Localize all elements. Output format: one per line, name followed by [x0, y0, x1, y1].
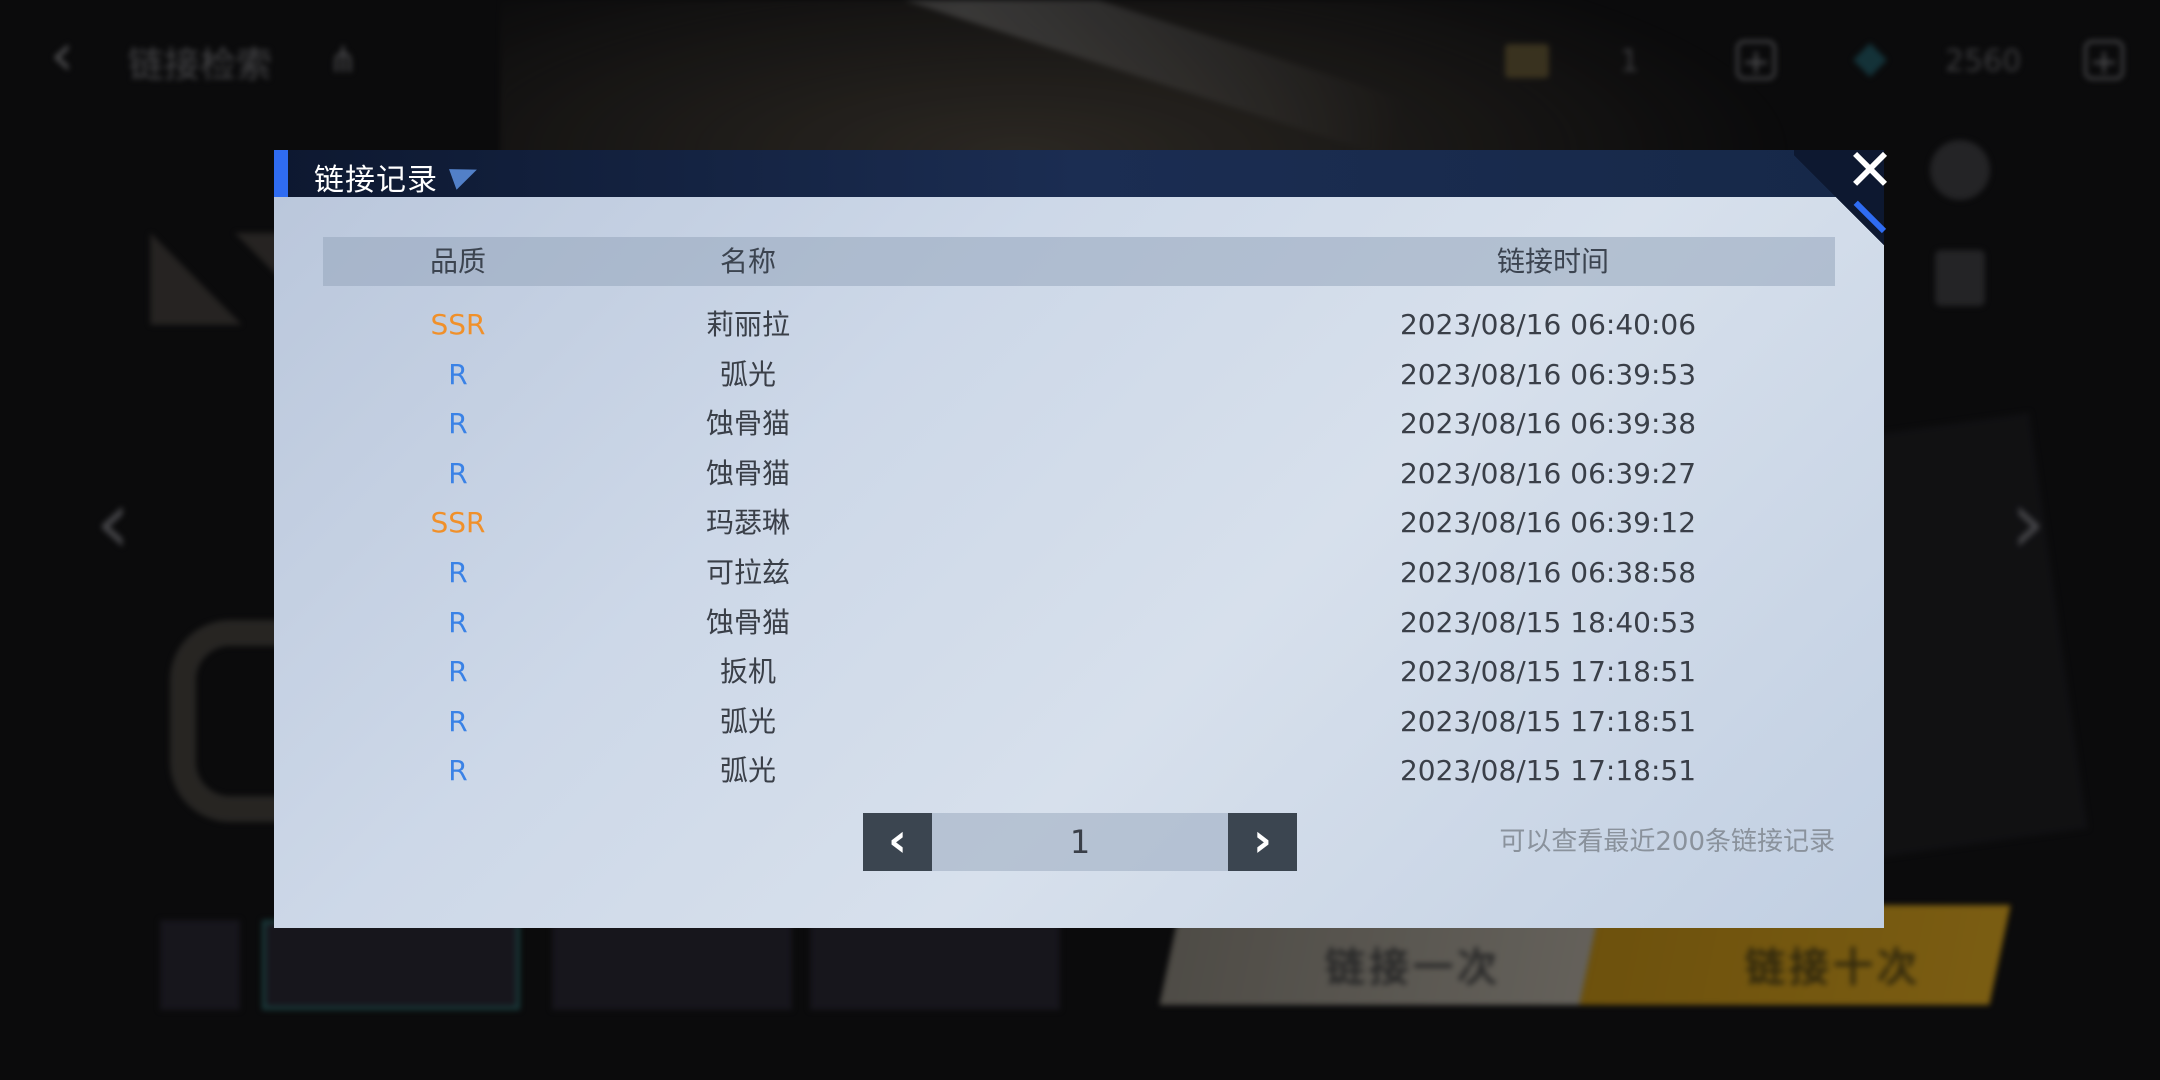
quality-cell: R	[448, 754, 468, 788]
time-cell: 2023/08/16 06:39:53	[1399, 357, 1697, 391]
prev-page-button[interactable]: ‹	[863, 813, 932, 871]
table-row: SSR 玛瑟琳 2023/08/16 06:39:12	[323, 498, 1835, 548]
name-cell: 弧光	[719, 704, 776, 738]
table-row: R 蚀骨猫 2023/08/16 06:39:38	[323, 399, 1835, 449]
time-cell: 2023/08/15 17:18:51	[1399, 655, 1697, 689]
dialog-title: 链接记录	[314, 163, 438, 198]
close-dialog-button[interactable]: ✕	[1840, 140, 1900, 200]
time-cell: 2023/08/16 06:40:06	[1399, 308, 1697, 341]
name-cell: 蚀骨猫	[705, 605, 790, 639]
dialog-header: 链接记录	[274, 150, 1884, 198]
name-cell: 可拉兹	[705, 556, 790, 589]
page-number: 1	[932, 813, 1228, 871]
time-cell: 2023/08/16 06:38:58	[1399, 556, 1697, 589]
quality-cell: R	[448, 704, 468, 738]
quality-cell: R	[448, 357, 468, 391]
pull-history-dialog: 链接记录 品质 名称 链接时间 SSR 莉丽拉 2023/08/16 06:40:0…	[274, 150, 1887, 928]
quality-cell: R	[448, 407, 468, 441]
table-row: R 扳机 2023/08/15 17:18:51	[323, 647, 1835, 697]
quality-cell: R	[448, 655, 468, 689]
header-accent-bar	[274, 150, 288, 197]
table-row: R 弧光 2023/08/16 06:39:53	[323, 350, 1835, 400]
column-header-quality: 品质	[429, 245, 486, 278]
time-cell: 2023/08/16 06:39:27	[1399, 456, 1697, 490]
quality-cell: R	[448, 456, 468, 490]
quality-cell: SSR	[430, 308, 486, 341]
name-cell: 玛瑟琳	[705, 506, 790, 540]
column-header-time: 链接时间	[1496, 245, 1609, 278]
table-row: R 弧光 2023/08/15 17:18:51	[323, 746, 1835, 796]
time-cell: 2023/08/15 17:18:51	[1399, 704, 1697, 738]
table-row: SSR 莉丽拉 2023/08/16 06:40:06	[323, 300, 1835, 350]
name-cell: 扳机	[719, 655, 776, 689]
quality-cell: SSR	[430, 506, 486, 540]
time-cell: 2023/08/15 17:18:51	[1399, 754, 1697, 788]
name-cell: 莉丽拉	[705, 308, 790, 341]
time-cell: 2023/08/15 18:40:53	[1399, 605, 1697, 639]
table-row: R 蚀骨猫 2023/08/16 06:39:27	[323, 449, 1835, 499]
time-cell: 2023/08/16 06:39:38	[1399, 407, 1697, 441]
column-header-name: 名称	[719, 245, 776, 278]
table-header: 品质 名称 链接时间	[323, 237, 1835, 286]
time-cell: 2023/08/16 06:39:12	[1399, 506, 1697, 540]
name-cell: 蚀骨猫	[705, 407, 790, 441]
next-page-button[interactable]: ›	[1228, 813, 1297, 871]
table-row: R 弧光 2023/08/15 17:18:51	[323, 697, 1835, 747]
name-cell: 弧光	[719, 754, 776, 788]
quality-cell: R	[448, 605, 468, 639]
table-row: R 可拉兹 2023/08/16 06:38:58	[323, 548, 1835, 598]
name-cell: 蚀骨猫	[705, 456, 790, 490]
quality-cell: R	[448, 556, 468, 589]
table-row: R 蚀骨猫 2023/08/15 18:40:53	[323, 598, 1835, 648]
history-limit-hint: 可以查看最近200条链接记录	[1499, 827, 1835, 857]
name-cell: 弧光	[719, 357, 776, 391]
title-deco-icon	[449, 160, 481, 190]
